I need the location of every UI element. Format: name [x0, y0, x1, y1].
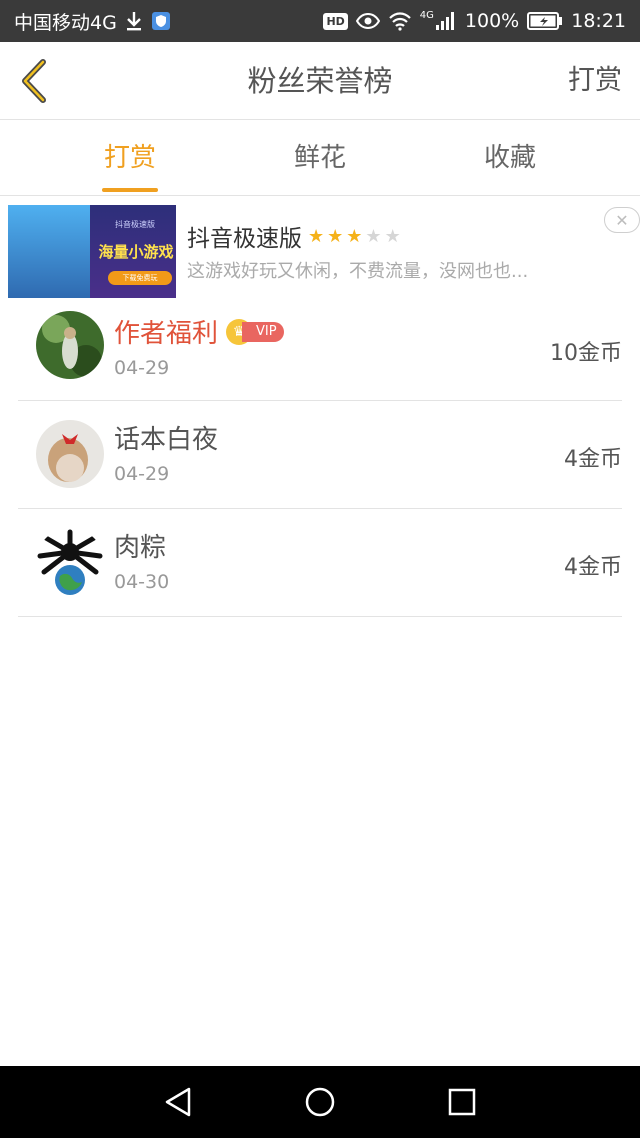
ad-thumb-button: 下载免费玩 [108, 271, 172, 285]
tab-label: 鲜花 [293, 143, 346, 173]
navigation-bar [0, 1066, 640, 1138]
ad-thumbnail[interactable]: 抖音极速版 海量小游戏 下载免费玩 [8, 205, 176, 298]
close-icon: ✕ [615, 210, 629, 230]
avatar[interactable] [36, 420, 104, 488]
ad-title-row: 抖音极速版 ★ ★ ★ ★ ★ [187, 219, 404, 253]
fan-name: 话本白夜 [114, 425, 219, 455]
ad-close-button[interactable]: ✕ [604, 207, 640, 233]
header-bar: 粉丝荣誉榜 打赏 [0, 42, 640, 120]
download-icon [125, 11, 143, 31]
tab-indicator [102, 188, 158, 192]
square-recents-icon [448, 1088, 476, 1116]
tab-bar: 打赏 鲜花 收藏 [0, 121, 640, 196]
ad-description: 这游戏好玩又休闲，不费流量，没网也也... [187, 261, 529, 282]
carrier-label: 中国移动4G [14, 11, 117, 34]
avatar[interactable] [36, 311, 104, 379]
fan-list: 作者福利 ♛ VIP 04-29 10金币 话本白夜 04-29 4金币 肉粽 … [0, 303, 640, 617]
fan-name-row: 话本白夜 [114, 419, 218, 456]
fan-coins: 10金币 [550, 341, 622, 366]
circle-home-icon [305, 1087, 335, 1117]
ad-banner[interactable]: 抖音极速版 海量小游戏 下载免费玩 抖音极速版 ★ ★ ★ ★ ★ 这游戏好玩又… [0, 197, 640, 303]
tip-button[interactable]: 打赏 [568, 42, 622, 120]
tab-label: 收藏 [483, 143, 536, 173]
ad-thumb-headline: 海量小游戏 [98, 243, 174, 261]
fan-name: 肉粽 [114, 533, 167, 563]
battery-icon [527, 12, 563, 30]
star-icon: ★ [308, 225, 325, 247]
tab-tip[interactable]: 打赏 [70, 121, 190, 196]
nav-home-button[interactable] [302, 1084, 338, 1120]
list-item[interactable]: 肉粽 04-30 4金币 [18, 509, 622, 617]
star-icon: ★ [346, 225, 363, 247]
vip-badge: ♛ VIP [226, 318, 284, 345]
avatar[interactable] [36, 528, 104, 596]
star-icon: ★ [365, 225, 382, 247]
fan-name: 作者福利 [114, 319, 219, 349]
wifi-icon [388, 11, 412, 31]
triangle-back-icon [165, 1087, 191, 1117]
fan-coins: 4金币 [564, 447, 622, 472]
status-bar: 中国移动4G HD 4G 100% 18:21 [0, 0, 640, 42]
vip-label: VIP [242, 321, 284, 342]
fan-coins: 4金币 [564, 555, 622, 580]
tab-favorites[interactable]: 收藏 [450, 121, 570, 196]
fan-date: 04-29 [114, 357, 170, 379]
fan-date: 04-30 [114, 571, 170, 593]
network-type: 4G [419, 10, 434, 21]
star-icon: ★ [327, 225, 344, 247]
fan-name-row: 作者福利 ♛ VIP [114, 313, 284, 350]
hd-badge: HD [323, 12, 348, 30]
list-item[interactable]: 话本白夜 04-29 4金币 [18, 401, 622, 509]
signal-icon: 4G [420, 11, 457, 31]
ad-title: 抖音极速版 [187, 226, 302, 252]
page-title: 粉丝荣誉榜 [247, 64, 393, 98]
eye-icon [355, 12, 380, 30]
battery-percent: 100% [464, 10, 520, 32]
fan-date: 04-29 [114, 463, 170, 485]
tab-label: 打赏 [103, 143, 156, 173]
tab-flowers[interactable]: 鲜花 [260, 121, 380, 196]
star-icon: ★ [384, 225, 401, 247]
nav-back-button[interactable] [160, 1084, 196, 1120]
list-item[interactable]: 作者福利 ♛ VIP 04-29 10金币 [18, 303, 622, 401]
rating-stars: ★ ★ ★ ★ ★ [308, 226, 404, 247]
ad-thumb-subtitle: 抖音极速版 [115, 220, 155, 229]
clock: 18:21 [571, 10, 626, 32]
shield-icon [151, 11, 171, 31]
ad-phone-image [8, 205, 90, 298]
fan-name-row: 肉粽 [114, 527, 166, 564]
nav-recents-button[interactable] [444, 1084, 480, 1120]
